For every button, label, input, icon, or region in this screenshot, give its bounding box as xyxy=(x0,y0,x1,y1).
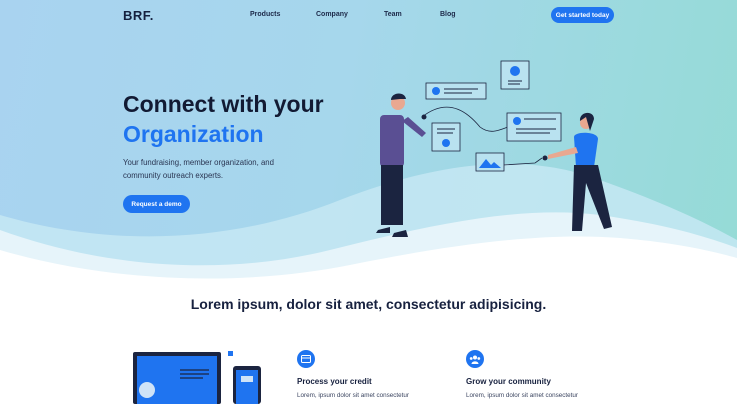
get-started-button[interactable]: Get started today xyxy=(551,7,614,23)
nav-link-company[interactable]: Company xyxy=(316,11,348,18)
credit-card-icon xyxy=(297,350,315,368)
nav-link-team[interactable]: Team xyxy=(384,11,402,18)
feature-text: Lorem, ipsum dolor sit amet consectetur xyxy=(297,392,409,399)
man-figure xyxy=(376,93,427,237)
request-demo-button[interactable]: Request a demo xyxy=(123,195,190,213)
profile-card-small xyxy=(500,60,530,90)
feature-process-credit: Process your credit Lorem, ipsum dolor s… xyxy=(297,350,467,399)
hero-subtitle: Your fundraising, member organization, a… xyxy=(123,158,274,180)
hero-section: BRF. Products Company Team Blog Get star… xyxy=(0,0,737,290)
profile-card-wide xyxy=(425,82,487,100)
image-card xyxy=(475,152,505,172)
devices-illustration xyxy=(133,351,261,404)
profile-card-center xyxy=(431,122,461,152)
section-title: Lorem ipsum, dolor sit amet, consectetur… xyxy=(190,296,547,312)
hero-title-accent: Organization xyxy=(123,121,264,147)
profile-card-right xyxy=(506,112,562,142)
feature-grow-community: Grow your community Lorem, ipsum dolor s… xyxy=(466,350,636,399)
community-icon xyxy=(466,350,484,368)
nav-link-products[interactable]: Products xyxy=(250,11,280,18)
hero-title: Connect with your Organization xyxy=(123,89,324,149)
feature-title: Process your credit xyxy=(297,377,372,386)
top-navbar: BRF. Products Company Team Blog Get star… xyxy=(0,0,737,30)
nav-link-blog[interactable]: Blog xyxy=(440,11,456,18)
feature-text: Lorem, ipsum dolor sit amet consectetur xyxy=(466,392,578,399)
feature-title: Grow your community xyxy=(466,377,551,386)
hero-illustration xyxy=(376,60,612,237)
hero-title-line1: Connect with your xyxy=(123,91,324,117)
brand-logo[interactable]: BRF. xyxy=(123,8,154,23)
